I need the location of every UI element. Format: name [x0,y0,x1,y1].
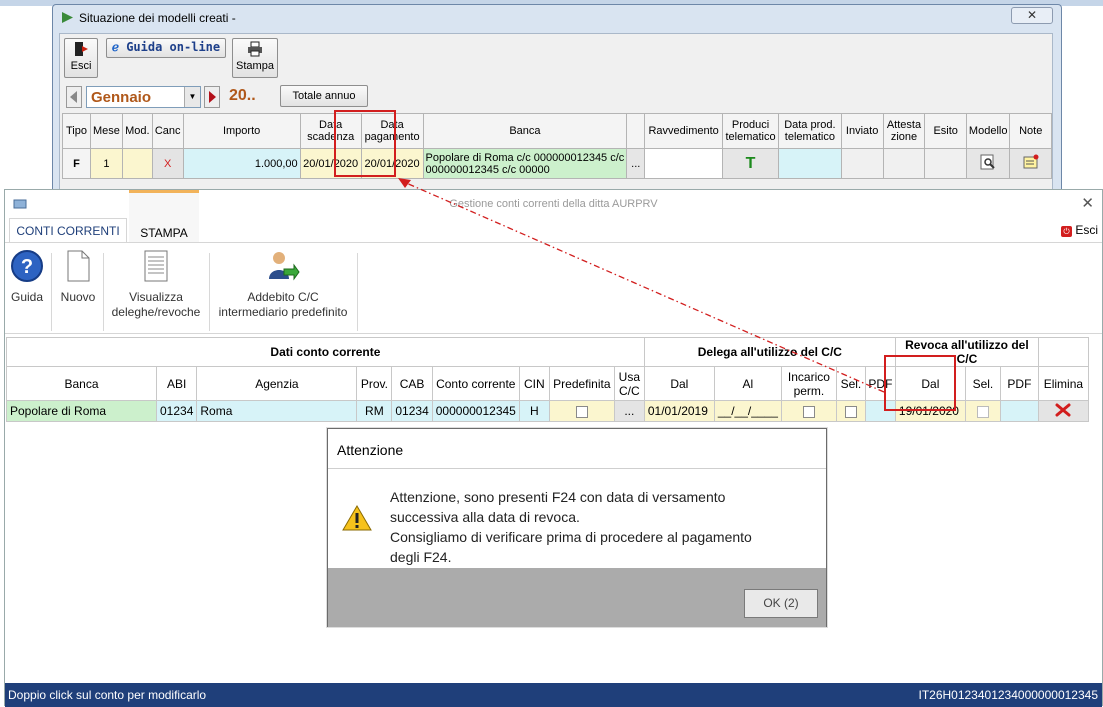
dialog-message: Attenzione, sono presenti F24 con data d… [390,487,810,567]
message-line: Attenzione, sono presenti F24 con data d… [390,489,726,505]
message-line: degli F24. [390,549,452,565]
warning-icon [342,505,372,531]
tab-conti-correnti[interactable]: CONTI CORRENTI [9,218,127,242]
ok-button[interactable]: OK (2) [744,589,818,618]
message-line: successiva alla data di revoca. [390,509,580,525]
dialog-footer: OK (2) [328,568,826,627]
dialog-title: Attenzione [328,429,826,469]
message-line: Consigliamo di verificare prima di proce… [390,529,752,545]
warning-dialog: Attenzione Attenzione, sono presenti F24… [327,428,827,627]
